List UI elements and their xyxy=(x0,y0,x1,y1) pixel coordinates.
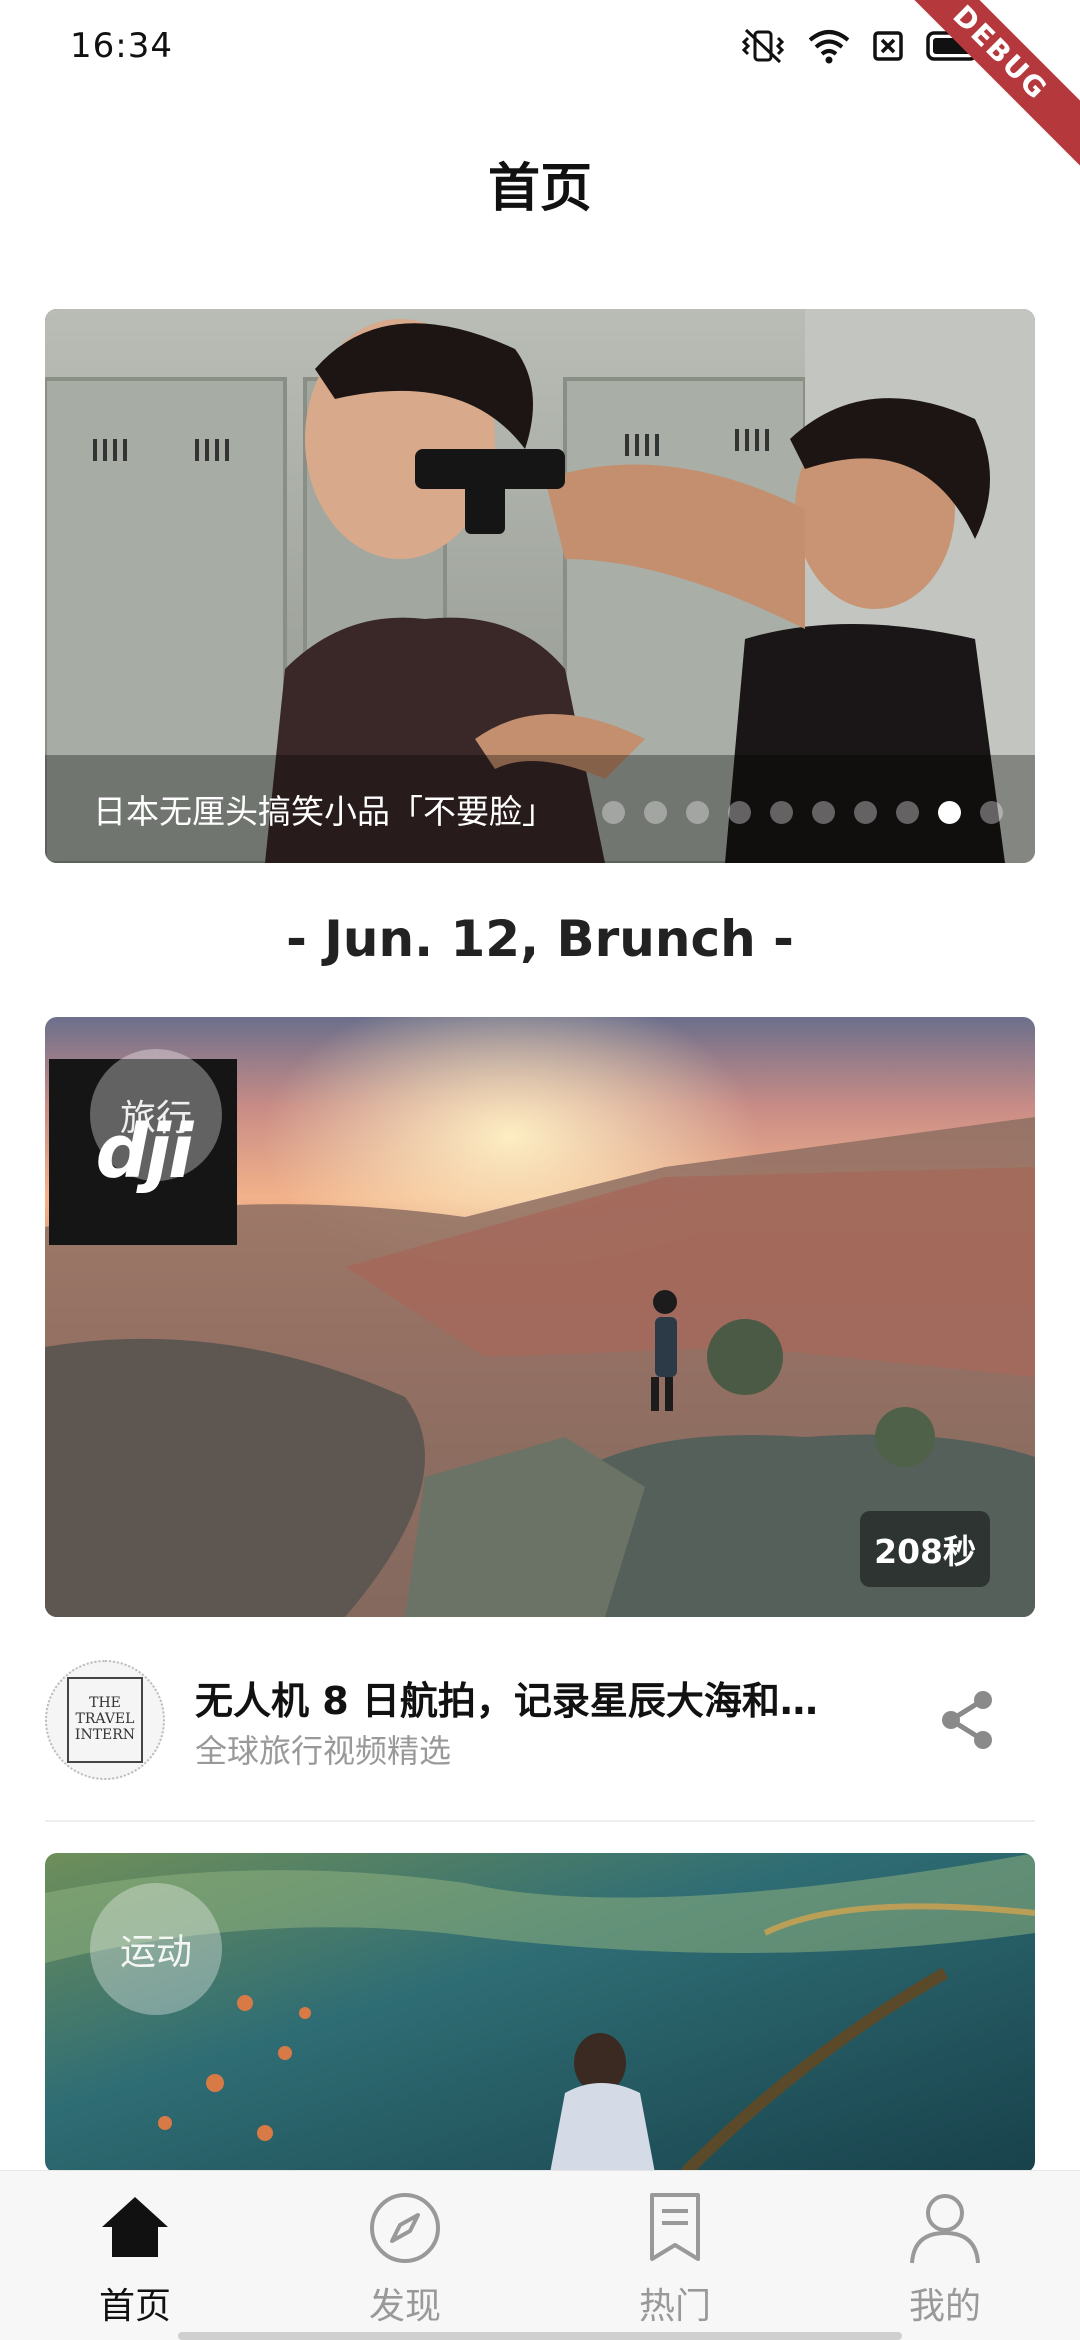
nav-item-home[interactable]: 首页 xyxy=(0,2171,270,2340)
bookmark-icon xyxy=(650,2193,700,2261)
video-subtitle: 全球旅行视频精选 xyxy=(195,1732,452,1770)
bottom-navigation-bar: 首页 发现 热门 我的 xyxy=(0,2170,1080,2340)
video-title[interactable]: 无人机 8 日航拍，记录星辰大海和… xyxy=(195,1670,915,1725)
banner-caption: 日本无厘头搞笑小品「不要脸」 xyxy=(93,792,555,831)
banner-dot[interactable] xyxy=(728,801,751,824)
page-title: 首页 xyxy=(487,159,592,219)
banner-dot-active[interactable] xyxy=(938,801,961,824)
nav-label-discover: 发现 xyxy=(368,2286,441,2327)
sim-off-icon xyxy=(872,30,904,66)
banner-dot[interactable] xyxy=(812,801,835,824)
nav-label-hot: 热门 xyxy=(638,2286,711,2327)
video-info-row[interactable]: THE TRAVEL INTERN 无人机 8 日航拍，记录星辰大海和… 全球旅… xyxy=(45,1660,1035,1780)
banner-dot[interactable] xyxy=(686,801,709,824)
banner-dot[interactable] xyxy=(770,801,793,824)
card-divider xyxy=(45,1820,1035,1822)
compass-icon xyxy=(370,2193,440,2263)
status-bar: 16:34 DEBUG xyxy=(0,0,1080,176)
home-indicator[interactable] xyxy=(178,2332,902,2340)
category-badge: 旅行 xyxy=(90,1049,222,1181)
video-thumbnail[interactable]: 运动 xyxy=(45,1853,1035,2173)
wifi-icon xyxy=(808,28,850,68)
duration-badge: 208秒 xyxy=(860,1511,990,1587)
nav-item-discover[interactable]: 发现 xyxy=(270,2171,540,2340)
share-icon[interactable] xyxy=(937,1688,997,1752)
banner-dot[interactable] xyxy=(980,801,1003,824)
banner-dot[interactable] xyxy=(854,801,877,824)
banner-dot[interactable] xyxy=(644,801,667,824)
banner-dot[interactable] xyxy=(896,801,919,824)
banner-dot[interactable] xyxy=(602,801,625,824)
status-time: 16:34 xyxy=(70,26,173,66)
nav-label-home: 首页 xyxy=(98,2286,171,2327)
nav-item-mine[interactable]: 我的 xyxy=(810,2171,1080,2340)
author-avatar[interactable]: THE TRAVEL INTERN xyxy=(45,1660,165,1780)
author-logo: THE TRAVEL INTERN xyxy=(67,1677,143,1763)
home-icon xyxy=(102,2197,168,2257)
video-thumbnail[interactable]: dji 旅行 208秒 xyxy=(45,1017,1035,1617)
section-date-header: - Jun. 12, Brunch - xyxy=(286,910,794,968)
banner-carousel[interactable]: 日本无厘头搞笑小品「不要脸」 xyxy=(45,309,1035,863)
user-icon xyxy=(910,2194,980,2264)
nav-label-mine: 我的 xyxy=(908,2286,981,2327)
category-badge: 运动 xyxy=(90,1883,222,2015)
banner-page-indicator xyxy=(602,801,1003,824)
nav-item-hot[interactable]: 热门 xyxy=(540,2171,810,2340)
vibrate-icon xyxy=(740,26,786,70)
